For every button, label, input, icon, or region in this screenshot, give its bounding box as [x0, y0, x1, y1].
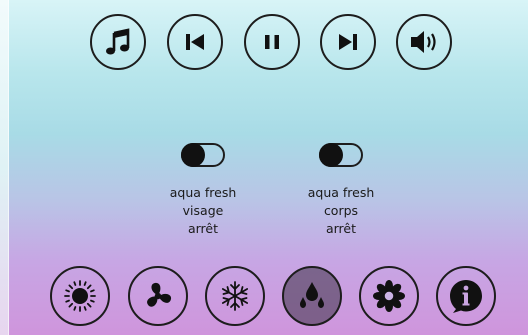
toggle-knob	[319, 143, 343, 167]
left-frame-edge	[0, 0, 9, 335]
aqua-fresh-corps-toggle[interactable]	[319, 143, 363, 167]
toggle-label-line2: visage	[182, 203, 224, 218]
toggle-label-line3: arrêt	[325, 221, 357, 236]
info-button[interactable]	[436, 266, 496, 326]
toggle-label-line1: aqua fresh	[307, 185, 375, 200]
toggle-group-visage: aqua fresh visage arrêt	[143, 143, 263, 238]
speaker-volume-icon	[408, 27, 440, 57]
next-button[interactable]	[320, 14, 376, 70]
media-controls	[90, 14, 454, 76]
snowflake-icon	[218, 279, 252, 313]
aqua-fresh-visage-toggle[interactable]	[181, 143, 225, 167]
fan-button[interactable]	[128, 266, 188, 326]
music-note-icon	[103, 27, 133, 57]
cold-button[interactable]	[205, 266, 265, 326]
water-drops-icon	[294, 278, 330, 314]
info-icon	[447, 277, 485, 315]
function-controls	[50, 266, 496, 328]
toggle-label-visage: aqua fresh visage arrêt	[143, 184, 263, 238]
pause-icon	[258, 28, 286, 56]
toggle-knob	[181, 143, 205, 167]
toggle-group-corps: aqua fresh corps arrêt	[281, 143, 401, 238]
flower-button[interactable]	[359, 266, 419, 326]
toggle-label-line3: arrêt	[187, 221, 219, 236]
water-button[interactable]	[282, 266, 342, 326]
light-button[interactable]	[50, 266, 110, 326]
flower-icon	[371, 278, 407, 314]
toggle-label-line1: aqua fresh	[169, 185, 237, 200]
fan-icon	[141, 279, 175, 313]
skip-forward-icon	[334, 28, 362, 56]
volume-button[interactable]	[396, 14, 452, 70]
sun-icon	[62, 278, 98, 314]
toggle-label-corps: aqua fresh corps arrêt	[281, 184, 401, 238]
pause-button[interactable]	[244, 14, 300, 70]
skip-back-icon	[181, 28, 209, 56]
previous-button[interactable]	[167, 14, 223, 70]
music-button[interactable]	[90, 14, 146, 70]
toggle-label-line2: corps	[323, 203, 359, 218]
